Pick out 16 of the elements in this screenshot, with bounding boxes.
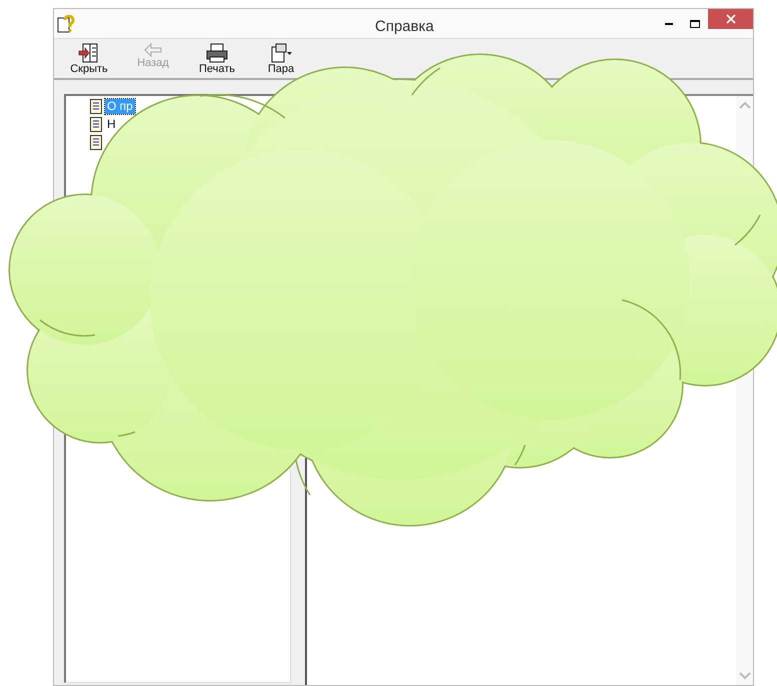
toolbar-button[interactable]: Печать bbox=[192, 43, 242, 77]
help-document-icon bbox=[57, 14, 75, 32]
toolbar-button[interactable]: Скрыть bbox=[64, 43, 114, 77]
document-icon bbox=[90, 99, 102, 114]
panel-icon bbox=[78, 43, 100, 63]
document-icon bbox=[90, 135, 102, 150]
close-button[interactable] bbox=[708, 9, 753, 29]
left-arrow-icon bbox=[144, 43, 162, 57]
window-title: Справка bbox=[375, 17, 434, 37]
close-icon bbox=[726, 14, 736, 24]
document-menu-icon bbox=[269, 43, 293, 63]
tree-item[interactable]: Н bbox=[90, 117, 118, 132]
printer-icon bbox=[205, 43, 229, 63]
toolbar-button[interactable]: Пара bbox=[256, 43, 306, 77]
tree-item[interactable] bbox=[90, 135, 102, 150]
document-icon bbox=[90, 117, 102, 132]
